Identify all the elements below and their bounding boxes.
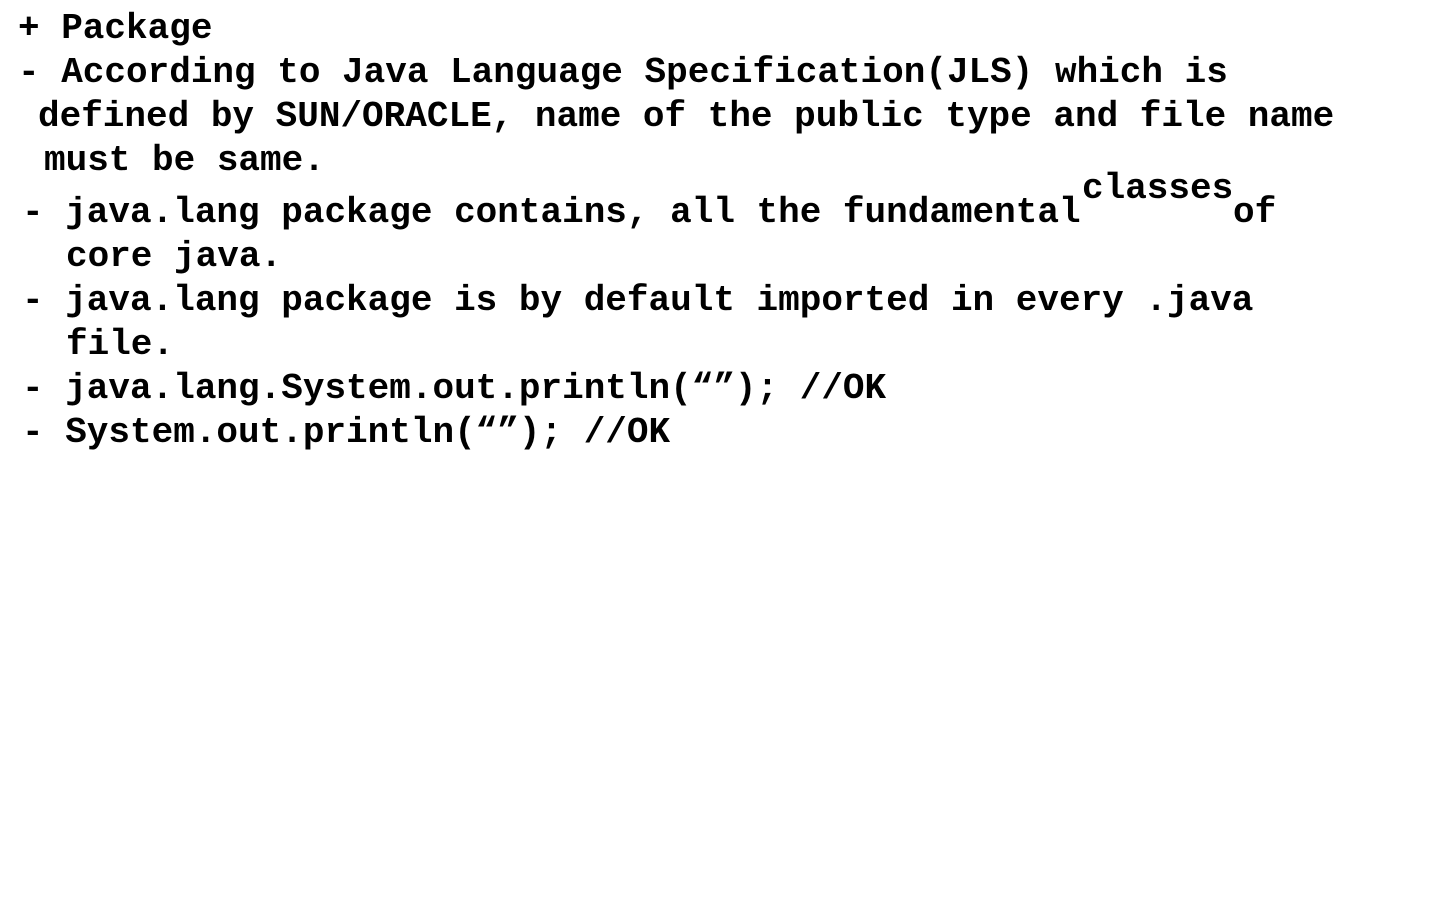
default-import-line-2: file.: [66, 324, 175, 365]
java-lang-contains-line-1-tail: of: [1233, 192, 1277, 233]
default-import-line-1: - java.lang package is by default import…: [22, 280, 1254, 321]
jls-bullet-line-1: - According to Java Language Specificati…: [18, 52, 1228, 93]
inserted-word-classes: classes: [1082, 168, 1234, 209]
jls-bullet-line-2: defined by SUN/ORACLE, name of the publi…: [38, 96, 1335, 137]
java-lang-contains-line-1: - java.lang package contains, all the fu…: [22, 192, 1081, 233]
jls-bullet-line-3: must be same.: [44, 140, 325, 181]
section-heading: + Package: [18, 8, 213, 49]
java-lang-contains-line-2: core java.: [66, 236, 283, 277]
slide-page: + Package - According to Java Language S…: [0, 0, 1440, 900]
code-example-short: - System.out.println(“”); //OK: [22, 412, 671, 453]
code-example-full-qualified: - java.lang.System.out.println(“”); //OK: [22, 368, 887, 409]
